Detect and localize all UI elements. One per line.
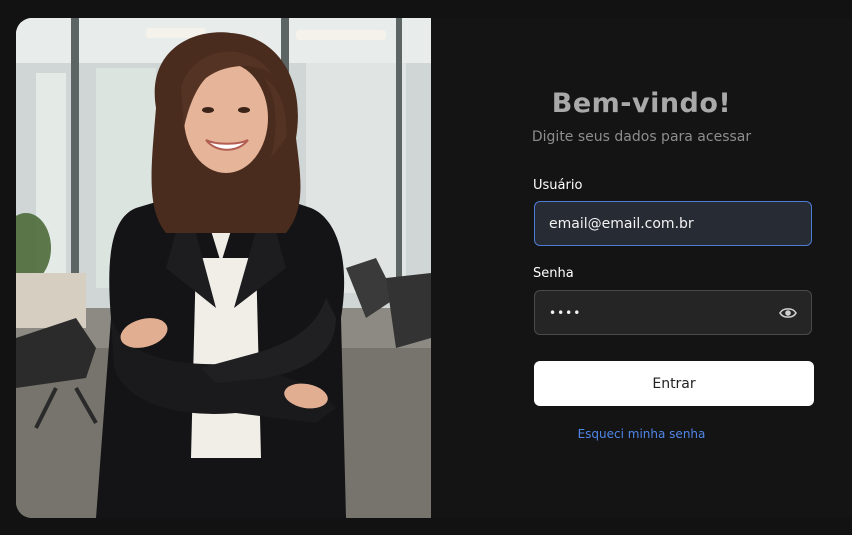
username-field[interactable] xyxy=(534,201,812,246)
welcome-title: Bem-vindo! xyxy=(551,88,732,119)
forgot-password-link[interactable]: Esqueci minha senha xyxy=(431,427,852,441)
password-label: Senha xyxy=(533,266,574,281)
login-form-panel: Bem-vindo! Digite seus dados para acessa… xyxy=(431,18,852,518)
password-field[interactable] xyxy=(534,290,812,335)
welcome-subtitle: Digite seus dados para acessar xyxy=(531,129,752,145)
password-input[interactable] xyxy=(549,305,779,320)
submit-button[interactable]: Entrar xyxy=(534,361,814,406)
username-label: Usuário xyxy=(533,178,583,193)
businesswoman-illustration xyxy=(16,18,431,518)
hero-photo xyxy=(16,18,431,518)
username-input[interactable] xyxy=(549,215,797,232)
eye-icon[interactable] xyxy=(778,303,798,323)
login-card: Bem-vindo! Digite seus dados para acessa… xyxy=(16,18,852,518)
